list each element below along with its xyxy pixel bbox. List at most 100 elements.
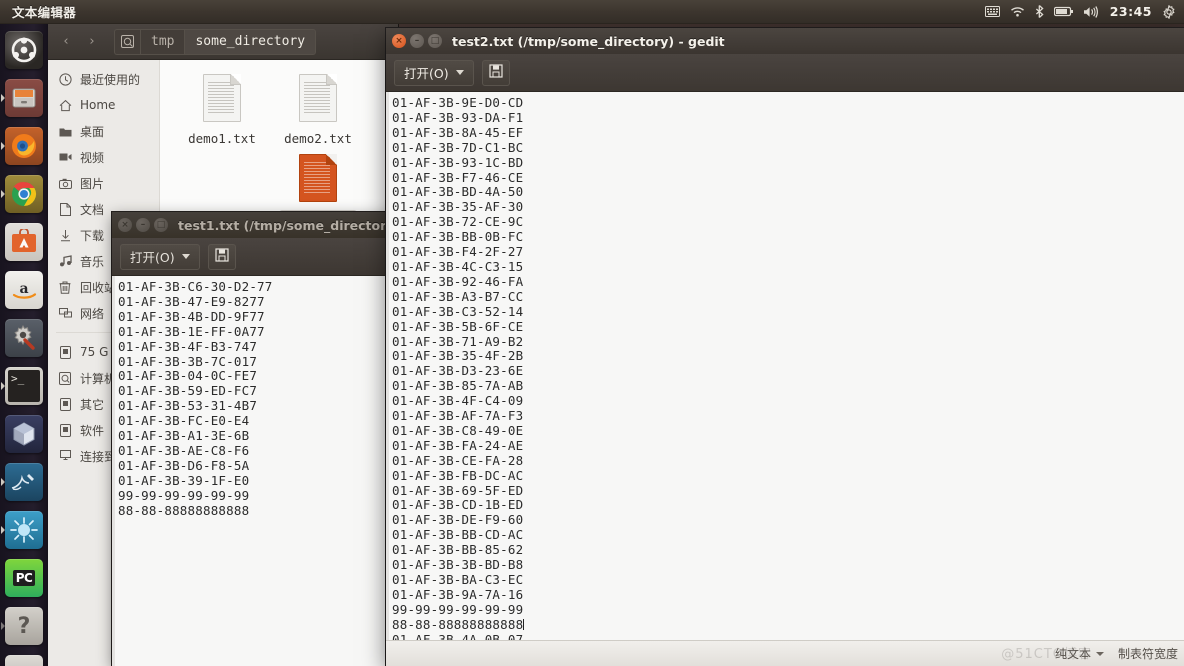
text-line: 01-AF-3B-5B-6F-CE xyxy=(392,318,524,334)
bluetooth-icon[interactable] xyxy=(1035,5,1044,18)
launcher-item-help[interactable]: ? xyxy=(0,602,48,650)
launcher-item-virtualbox[interactable] xyxy=(0,410,48,458)
launcher-item-software-center[interactable] xyxy=(0,218,48,266)
back-button[interactable]: ‹ xyxy=(54,30,78,54)
clock-icon xyxy=(58,72,72,86)
open-button-label: 打开(O) xyxy=(404,66,449,81)
pycharm-label: PC xyxy=(12,570,36,586)
text-line: 01-AF-3B-04-0C-FE7 xyxy=(118,368,258,384)
chrome-icon xyxy=(5,175,43,213)
text-line: 01-AF-3B-FA-24-AE xyxy=(392,437,524,453)
gedit-window-test2: × – □ test2.txt (/tmp/some_directory) - … xyxy=(386,28,1184,666)
sidebar-item-label: 音乐 xyxy=(80,254,105,269)
sidebar-item-label: 75 G xyxy=(80,345,109,359)
battery-icon[interactable] xyxy=(1053,6,1073,17)
launcher-item-system-settings[interactable] xyxy=(0,314,48,362)
screen: 文本编辑器 23:45 a >_ PC ? ‹ › tmp some_direc… xyxy=(0,0,1184,666)
camera-icon xyxy=(5,655,43,666)
editor-text-area-test2[interactable]: 01-AF-3B-9E-D0-CD 01-AF-3B-93-DA-F1 01-A… xyxy=(386,92,1184,640)
sidebar-item-recent[interactable]: 最近使用的 xyxy=(48,66,159,92)
text-line: 01-AF-3B-D3-23-6E xyxy=(392,363,524,379)
sidebar-item-label: 最近使用的 xyxy=(80,72,141,87)
launcher-item-firefox[interactable] xyxy=(0,122,48,170)
text-line: 01-AF-3B-BD-4A-50 xyxy=(392,184,524,200)
maximize-button[interactable]: □ xyxy=(428,34,442,48)
text-line: 88-88-88888888888 xyxy=(392,616,524,632)
breadcrumb-computer-icon[interactable] xyxy=(114,28,140,55)
file-manager-header: ‹ › tmp some_directory xyxy=(48,24,398,60)
launcher-item-mysql-workbench[interactable] xyxy=(0,458,48,506)
launcher-item-ubuntu-dash[interactable] xyxy=(0,26,48,74)
file-item[interactable]: demo1.txt xyxy=(174,74,270,227)
text-line: 01-AF-3B-85-7A-AB xyxy=(392,378,524,394)
text-file-icon xyxy=(299,154,337,202)
launcher-item-pycharm[interactable]: PC xyxy=(0,554,48,602)
sidebar-item-label: 回收站 xyxy=(80,280,117,295)
sidebar-item-pictures[interactable]: 图片 xyxy=(48,170,159,196)
launcher-item-amazon[interactable]: a xyxy=(0,266,48,314)
text-line: 88-88-88888888888 xyxy=(118,502,250,518)
sidebar-item-desktop[interactable]: 桌面 xyxy=(48,118,159,144)
breadcrumb-item-some-directory[interactable]: some_directory xyxy=(184,28,317,55)
text-line: 01-AF-3B-93-1C-BD xyxy=(392,154,524,170)
text-line: 01-AF-3B-69-5F-ED xyxy=(392,482,524,498)
close-button[interactable]: × xyxy=(118,218,132,232)
text-line: 01-AF-3B-C3-52-14 xyxy=(392,303,524,319)
breadcrumb-item-tmp[interactable]: tmp xyxy=(140,28,185,55)
text-line: 01-AF-3B-BA-C3-EC xyxy=(392,572,524,587)
sidebar-item-home[interactable]: Home xyxy=(48,92,159,118)
launcher-item-terminal[interactable]: >_ xyxy=(0,362,48,410)
text-line: 01-AF-3B-C6-30-D2-77 xyxy=(118,279,273,294)
document-icon xyxy=(58,202,72,216)
forward-button[interactable]: › xyxy=(80,30,104,54)
text-line: 01-AF-3B-F7-46-CE xyxy=(392,169,524,185)
text-line: 01-AF-3B-4F-C4-09 xyxy=(392,393,524,409)
download-icon xyxy=(58,228,72,242)
wifi-icon[interactable] xyxy=(1010,6,1025,17)
text-line: 01-AF-3B-3B-BD-B8 xyxy=(392,557,524,573)
sidebar-item-label: 软件 xyxy=(80,423,105,438)
gedit-window-test1: × – □ test1.txt (/tmp/some_directory) - … xyxy=(112,212,402,666)
launcher-item-files[interactable] xyxy=(0,74,48,122)
keyboard-icon[interactable] xyxy=(984,6,1000,17)
window-titlebar[interactable]: × – □ test2.txt (/tmp/some_directory) - … xyxy=(386,28,1184,54)
minimize-button[interactable]: – xyxy=(136,218,150,232)
save-button[interactable] xyxy=(207,243,236,270)
watermark-text: @51CTO博客 xyxy=(1001,647,1092,662)
maximize-button[interactable]: □ xyxy=(154,218,168,232)
terminal-prompt: >_ xyxy=(8,370,40,402)
music-icon xyxy=(58,254,72,268)
sidebar-item-label: 图片 xyxy=(80,176,105,191)
window-controls: × – □ xyxy=(392,34,442,48)
window-titlebar[interactable]: × – □ test1.txt (/tmp/some_directory) - … xyxy=(112,212,402,238)
text-line: 01-AF-3B-CD-1B-ED xyxy=(392,497,524,513)
sidebar-item-label: Home xyxy=(80,98,116,112)
system-settings-icon xyxy=(5,319,43,357)
minimize-button[interactable]: – xyxy=(410,34,424,48)
save-button[interactable] xyxy=(481,59,510,86)
gear-icon[interactable] xyxy=(1162,4,1176,19)
text-line: 01-AF-3B-35-4F-2B xyxy=(392,348,524,364)
text-line: 01-AF-3B-AF-7A-F3 xyxy=(392,408,524,424)
text-line: 01-AF-3B-BB-85-62 xyxy=(392,542,524,558)
breadcrumb: tmp some_directory xyxy=(114,28,317,55)
text-line: 01-AF-3B-3B-7C-017 xyxy=(118,353,258,369)
video-icon xyxy=(58,150,72,164)
text-line: 01-AF-3B-59-ED-FC7 xyxy=(118,383,258,399)
open-button-label: 打开(O) xyxy=(130,250,175,265)
text-line: 01-AF-3B-39-1F-E0 xyxy=(118,472,250,488)
open-button[interactable]: 打开(O) xyxy=(394,59,474,86)
sidebar-item-videos[interactable]: 视频 xyxy=(48,144,159,170)
text-line: 01-AF-3B-CE-FA-28 xyxy=(392,452,524,468)
launcher-item-wireshark[interactable] xyxy=(0,506,48,554)
text-line: 01-AF-3B-53-31-4B7 xyxy=(118,398,258,414)
volume-icon[interactable] xyxy=(1083,5,1100,18)
open-button[interactable]: 打开(O) xyxy=(120,243,200,270)
editor-text-area-test1[interactable]: 01-AF-3B-C6-30-D2-77 01-AF-3B-47-E9-8277… xyxy=(112,276,402,666)
clock[interactable]: 23:45 xyxy=(1110,4,1152,19)
close-button[interactable]: × xyxy=(392,34,406,48)
tab-width-label[interactable]: 制表符宽度 xyxy=(1118,645,1178,662)
launcher-item-camera[interactable] xyxy=(0,650,48,666)
launcher-item-chrome[interactable] xyxy=(0,170,48,218)
text-file-icon xyxy=(203,74,241,122)
